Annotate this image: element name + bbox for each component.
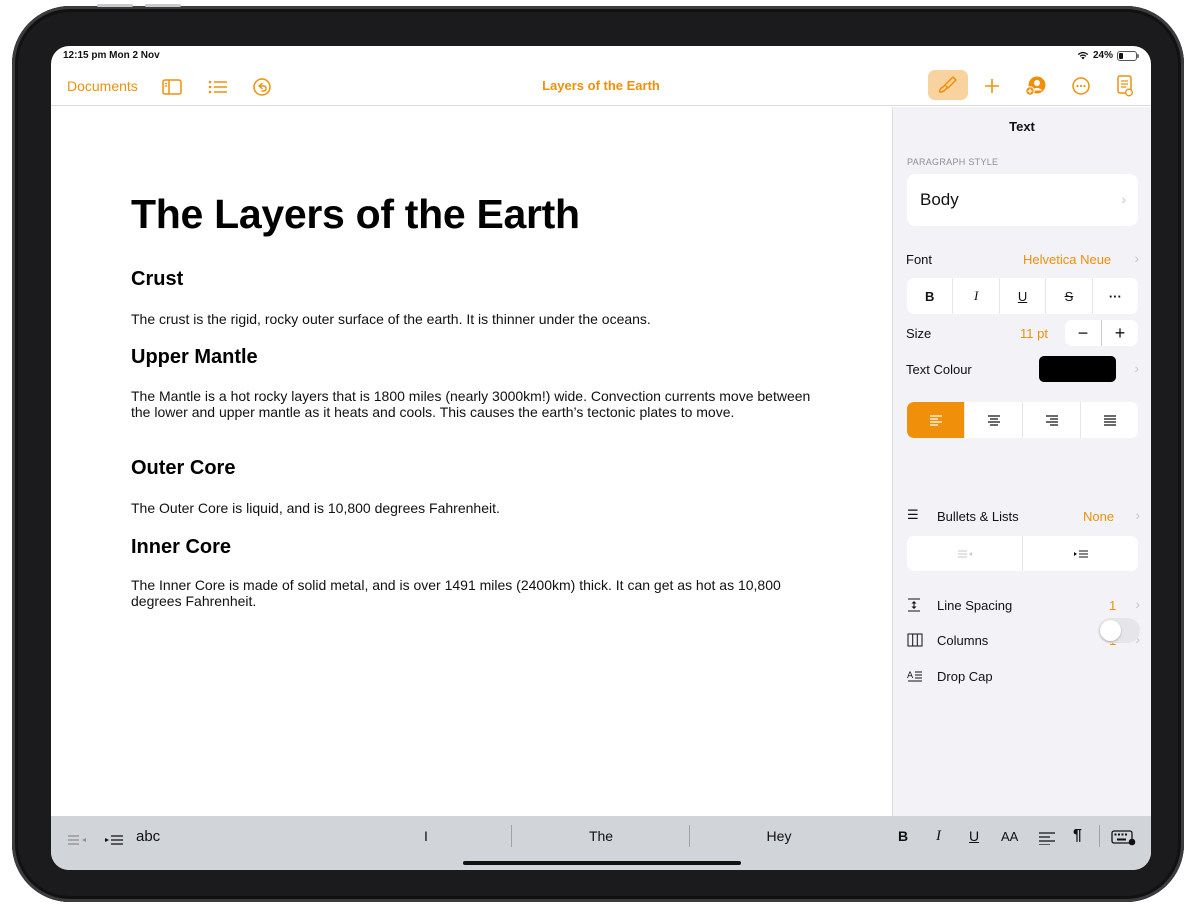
justify-icon bbox=[1103, 415, 1116, 426]
shortcut-bar: abc I The Hey B I U AA ¶ bbox=[51, 816, 1151, 870]
suggestion-3[interactable]: Hey bbox=[734, 828, 824, 844]
collaborate-icon[interactable] bbox=[1025, 76, 1047, 96]
paragraph-style-button[interactable]: Body › bbox=[907, 174, 1138, 226]
bullets-lists-row[interactable]: ☰ Bullets & Lists None › bbox=[893, 507, 1151, 527]
chevron-right-icon: › bbox=[1121, 191, 1126, 207]
section-body-outer-core[interactable]: The Outer Core is liquid, and is 10,800 … bbox=[131, 500, 831, 516]
format-button[interactable] bbox=[928, 70, 968, 100]
text-size-shortcut-button[interactable]: AA bbox=[1001, 829, 1018, 844]
section-heading-outer-core[interactable]: Outer Core bbox=[131, 457, 235, 480]
drop-cap-label: Drop Cap bbox=[937, 669, 993, 684]
outdent-icon[interactable] bbox=[67, 834, 87, 848]
toolbar: Documents Layers of the Earth bbox=[51, 66, 1151, 106]
hide-keyboard-icon[interactable] bbox=[1111, 830, 1137, 846]
document-icon[interactable] bbox=[1116, 75, 1134, 97]
document-heading[interactable]: The Layers of the Earth bbox=[131, 191, 580, 238]
chevron-right-icon: › bbox=[1135, 596, 1140, 612]
underline-shortcut-button[interactable]: U bbox=[969, 828, 979, 844]
justify-button[interactable] bbox=[1081, 402, 1138, 438]
bold-button[interactable]: B bbox=[907, 278, 954, 314]
abc-button[interactable]: abc bbox=[136, 828, 160, 845]
indent-buttons bbox=[907, 536, 1138, 571]
shortcut-divider bbox=[1099, 825, 1100, 847]
indent-icon[interactable] bbox=[104, 834, 124, 848]
text-style-buttons: B I U S ··· bbox=[907, 278, 1138, 314]
battery-percent: 24% bbox=[1092, 50, 1113, 61]
text-colour-label: Text Colour bbox=[906, 362, 972, 377]
align-center-button[interactable] bbox=[965, 402, 1023, 438]
paragraph-shortcut-button[interactable]: ¶ bbox=[1073, 827, 1082, 845]
chevron-right-icon: › bbox=[1134, 250, 1139, 266]
italic-button[interactable]: I bbox=[953, 278, 1000, 314]
decrease-size-button[interactable]: − bbox=[1065, 320, 1102, 346]
size-stepper[interactable]: − + bbox=[1065, 320, 1138, 346]
bullets-value: None bbox=[1083, 509, 1115, 524]
screen: 12:15 pm Mon 2 Nov 24% Documents Layers … bbox=[51, 46, 1151, 870]
strikethrough-button[interactable]: S bbox=[1046, 278, 1093, 314]
decrease-indent-button[interactable] bbox=[907, 536, 1023, 571]
align-left-button[interactable] bbox=[907, 402, 965, 438]
font-value[interactable]: Helvetica Neue bbox=[1023, 252, 1111, 267]
bold-shortcut-button[interactable]: B bbox=[898, 828, 908, 844]
font-label: Font bbox=[906, 252, 933, 267]
suggestion-divider bbox=[511, 825, 512, 847]
status-time: 12:15 pm Mon 2 Nov bbox=[63, 50, 160, 61]
more-icon[interactable] bbox=[1072, 77, 1090, 95]
line-spacing-row[interactable]: Line Spacing 1 › bbox=[893, 596, 1151, 616]
section-body-crust[interactable]: The crust is the rigid, rocky outer surf… bbox=[131, 311, 831, 327]
align-left-icon bbox=[929, 415, 942, 426]
suggestion-1[interactable]: I bbox=[381, 828, 471, 844]
paragraph-style-value: Body bbox=[920, 190, 959, 209]
section-heading-crust[interactable]: Crust bbox=[131, 268, 183, 291]
battery-icon bbox=[1117, 50, 1139, 61]
chevron-right-icon: › bbox=[1134, 360, 1139, 376]
columns-label: Columns bbox=[937, 633, 989, 648]
section-heading-upper-mantle[interactable]: Upper Mantle bbox=[131, 346, 258, 369]
increase-indent-button[interactable] bbox=[1023, 536, 1138, 571]
section-body-inner-core[interactable]: The Inner Core is made of solid metal, a… bbox=[131, 577, 821, 609]
align-right-button[interactable] bbox=[1023, 402, 1081, 438]
home-indicator[interactable] bbox=[463, 861, 741, 865]
suggestion-2[interactable]: The bbox=[556, 828, 646, 844]
panel-title: Text bbox=[1009, 119, 1035, 134]
plus-icon[interactable] bbox=[983, 77, 1001, 95]
bullets-icon: ☰ bbox=[907, 507, 919, 522]
document-canvas[interactable]: The Layers of the Earth Crust The crust … bbox=[51, 107, 892, 816]
format-panel: Text PARAGRAPH STYLE Body › Font Helveti… bbox=[892, 107, 1151, 816]
drop-cap-row: A Drop Cap bbox=[893, 667, 1093, 687]
svg-text:A: A bbox=[907, 671, 914, 681]
columns-icon bbox=[907, 633, 923, 647]
text-colour-swatch[interactable] bbox=[1039, 356, 1116, 382]
status-bar: 12:15 pm Mon 2 Nov 24% bbox=[51, 46, 1151, 66]
wifi-icon bbox=[1077, 51, 1089, 60]
paragraph-style-label: PARAGRAPH STYLE bbox=[907, 157, 999, 167]
more-styles-button[interactable]: ··· bbox=[1093, 278, 1138, 314]
indent-icon bbox=[1073, 550, 1088, 557]
align-shortcut-icon[interactable] bbox=[1038, 831, 1056, 845]
section-body-upper-mantle[interactable]: The Mantle is a hot rocky layers that is… bbox=[131, 388, 821, 420]
section-heading-inner-core[interactable]: Inner Core bbox=[131, 536, 231, 559]
line-spacing-icon bbox=[908, 598, 920, 612]
bullets-label: Bullets & Lists bbox=[937, 509, 1019, 524]
size-value: 11 pt bbox=[1020, 326, 1048, 341]
suggestion-divider bbox=[689, 825, 690, 847]
drop-cap-toggle[interactable] bbox=[1098, 618, 1140, 643]
align-center-icon bbox=[987, 415, 1000, 426]
size-label: Size bbox=[906, 326, 932, 341]
alignment-buttons bbox=[907, 402, 1138, 438]
line-spacing-value: 1 bbox=[1109, 598, 1117, 613]
drop-cap-icon: A bbox=[907, 671, 922, 682]
paintbrush-icon bbox=[938, 76, 957, 93]
power-button bbox=[145, 4, 181, 7]
increase-size-button[interactable]: + bbox=[1102, 320, 1138, 346]
status-right: 24% bbox=[1077, 50, 1139, 61]
volume-button bbox=[97, 4, 133, 7]
italic-shortcut-button[interactable]: I bbox=[936, 828, 941, 845]
line-spacing-label: Line Spacing bbox=[937, 598, 1013, 613]
underline-button[interactable]: U bbox=[1000, 278, 1047, 314]
align-right-icon bbox=[1045, 415, 1058, 426]
chevron-right-icon: › bbox=[1135, 507, 1140, 523]
outdent-icon bbox=[957, 550, 972, 557]
